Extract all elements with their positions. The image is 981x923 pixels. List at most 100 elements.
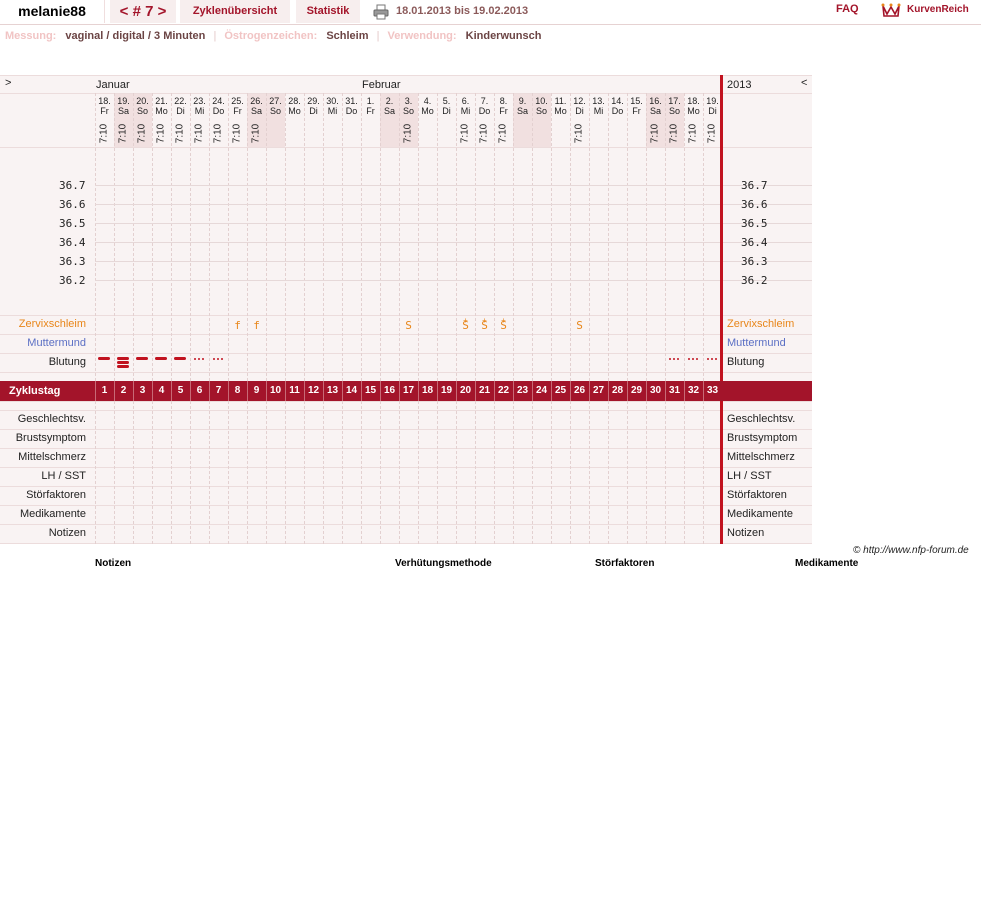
column-divider (665, 93, 666, 381)
spotting-dot[interactable] (688, 358, 690, 360)
crown-logo-icon[interactable] (881, 2, 901, 18)
bleeding-mark[interactable] (98, 357, 110, 360)
measure-time[interactable]: 7:10 (707, 121, 718, 147)
cycle-nav[interactable]: < # 7 > (110, 0, 176, 23)
bleeding-mark[interactable] (117, 365, 129, 368)
spotting-dot[interactable] (696, 358, 698, 360)
spotting-dot[interactable] (198, 358, 200, 360)
nav-next-arrow[interactable]: < (801, 77, 807, 89)
measure-time[interactable]: 7:10 (669, 121, 680, 147)
measure-time[interactable]: 7:10 (460, 121, 471, 147)
spotting-dot[interactable] (202, 358, 204, 360)
day-weekday: Do (478, 106, 491, 116)
bleeding-mark[interactable] (117, 361, 129, 364)
month-label: Januar (96, 79, 130, 91)
spotting-dot[interactable] (217, 358, 219, 360)
nav-prev-arrow[interactable]: > (5, 77, 11, 89)
measure-time[interactable]: 7:10 (194, 121, 205, 147)
tab-cycle-overview[interactable]: Zyklenübersicht (180, 0, 290, 23)
day-number: 14. (611, 96, 624, 106)
measure-time[interactable]: 7:10 (479, 121, 490, 147)
estrogen-label: Östrogenzeichen: (224, 30, 318, 42)
mucus-mark[interactable]: S (494, 319, 513, 332)
cycle-end-line (720, 75, 723, 544)
bleeding-mark[interactable] (117, 357, 129, 360)
bleeding-mark[interactable] (174, 357, 186, 360)
day-weekday: Do (611, 106, 624, 116)
mucus-mark[interactable]: S (456, 319, 475, 332)
mucus-mark[interactable]: S (475, 319, 494, 332)
spotting-dot[interactable] (221, 358, 223, 360)
day-weekday: Mi (460, 106, 471, 116)
spotting-dot[interactable] (194, 358, 196, 360)
measure-time[interactable]: 7:10 (213, 121, 224, 147)
spotting-dot[interactable] (669, 358, 671, 360)
day-weekday: Fr (100, 106, 109, 116)
measure-time[interactable]: 7:10 (156, 121, 167, 147)
column-divider (380, 401, 381, 544)
mucus-mark[interactable]: S (399, 319, 418, 332)
column-divider (304, 93, 305, 381)
brand-logo[interactable]: KurvenReich (907, 0, 969, 20)
temp-scale-label: 36.7 (741, 179, 768, 192)
day-number: 12. (573, 96, 586, 106)
cycle-day-number: 28 (611, 385, 624, 396)
spotting-dot[interactable] (707, 358, 709, 360)
cycle-day-number: 29 (630, 385, 643, 396)
spotting-dot[interactable] (715, 358, 717, 360)
measure-time[interactable]: 7:10 (403, 121, 414, 147)
mucus-mark[interactable]: f (228, 319, 247, 332)
column-divider (456, 401, 457, 544)
column-divider (513, 93, 514, 381)
brustsymptom-label: Brustsymptom (15, 432, 86, 444)
measure-time[interactable]: 7:10 (137, 121, 148, 147)
spotting-dot[interactable] (692, 358, 694, 360)
day-weekday: Sa (383, 106, 395, 116)
spotting-dot[interactable] (213, 358, 215, 360)
day-weekday: Do (345, 106, 358, 116)
lh-sst-label: LH / SST (41, 470, 86, 482)
temp-scale-label: 36.4 (741, 236, 768, 249)
tab-statistics[interactable]: Statistik (296, 0, 360, 23)
printer-icon[interactable] (373, 4, 389, 20)
measure-time[interactable]: 7:10 (118, 121, 129, 147)
spotting-dot[interactable] (711, 358, 713, 360)
day-weekday: Di (176, 106, 185, 116)
spotting-dot[interactable] (677, 358, 679, 360)
faq-link[interactable]: FAQ (836, 3, 859, 15)
column-divider (380, 93, 381, 381)
day-number: 6. (461, 96, 470, 106)
day-number: 24. (212, 96, 225, 106)
measure-time[interactable]: 7:10 (650, 121, 661, 147)
temp-gridline (95, 242, 812, 243)
measure-time[interactable]: 7:10 (99, 121, 110, 147)
cycle-day-number: 2 (120, 385, 127, 396)
medikamente-label: Medikamente (727, 508, 794, 520)
bleeding-mark[interactable] (155, 357, 167, 360)
day-number: 16. (649, 96, 662, 106)
spotting-dot[interactable] (673, 358, 675, 360)
day-weekday: Sa (649, 106, 661, 116)
measure-time[interactable]: 7:10 (688, 121, 699, 147)
mucus-mark[interactable]: f (247, 319, 266, 332)
bleeding-mark[interactable] (136, 357, 148, 360)
day-weekday: So (136, 106, 148, 116)
measure-time[interactable]: 7:10 (175, 121, 186, 147)
username: melanie88 (0, 0, 105, 23)
column-divider (133, 401, 134, 544)
row-divider (0, 543, 812, 544)
day-weekday: So (402, 106, 414, 116)
measure-time[interactable]: 7:10 (232, 121, 243, 147)
measure-time[interactable]: 7:10 (251, 121, 262, 147)
measure-time[interactable]: 7:10 (574, 121, 585, 147)
mucus-mark[interactable]: S (570, 319, 589, 332)
temp-gridline (95, 280, 812, 281)
column-divider (399, 93, 400, 381)
day-weekday: Mi (194, 106, 205, 116)
cycle-chart: 36.7 36.7 36.6 36.6 36.5 36.5 36.4 36.4 36.3 36.3… (0, 75, 812, 544)
day-number: 22. (174, 96, 187, 106)
column-divider (646, 93, 647, 381)
day-number: 7. (480, 96, 489, 106)
measure-time[interactable]: 7:10 (498, 121, 509, 147)
row-divider (0, 448, 812, 449)
